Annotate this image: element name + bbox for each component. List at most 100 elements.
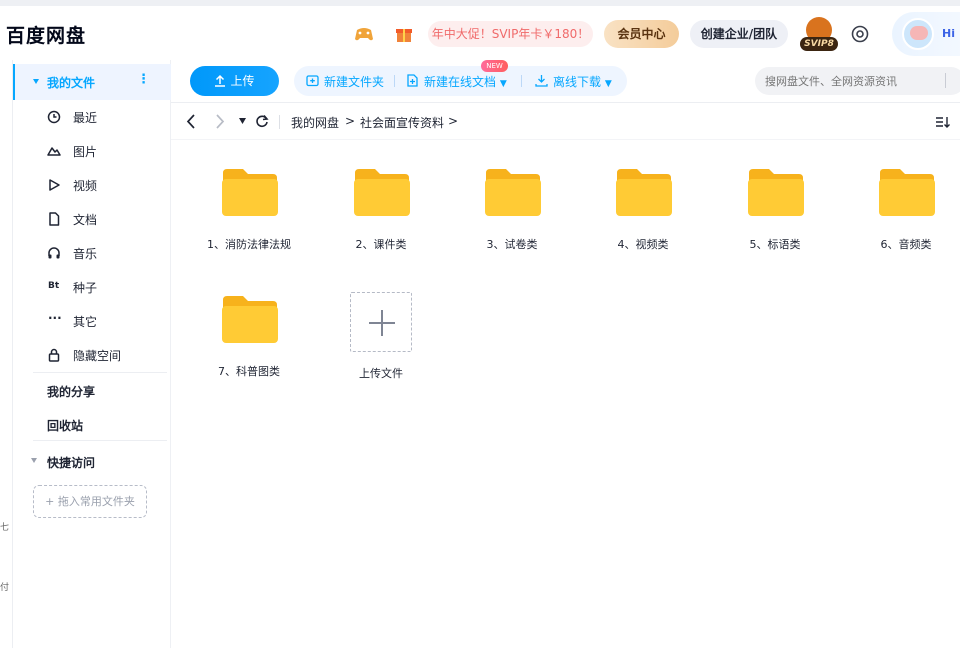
vip-center-button[interactable]: 会员中心	[604, 20, 679, 48]
caret-down-icon	[31, 458, 37, 463]
image-icon	[47, 147, 61, 156]
folder-name: 5、标语类	[749, 238, 801, 251]
sidebar-item-my-share[interactable]: 我的分享	[47, 383, 95, 400]
avatar-face	[910, 26, 928, 40]
edge-glyph: 付	[0, 583, 10, 593]
new-folder-label: 新建文件夹	[324, 75, 385, 89]
file-grid: 1、消防法律法规 2、课件类 3、试卷类 4、视频类 5、标语类 6、音频类 7…	[171, 141, 960, 648]
quick-access-label: 快捷访问	[47, 456, 96, 470]
folder-name: 4、视频类	[617, 238, 669, 251]
left-edge-panel: 七 付	[0, 60, 13, 648]
search-input[interactable]	[755, 67, 960, 95]
sidebar-item-label: 视频	[73, 179, 98, 193]
svip-level: SVIP8	[800, 37, 838, 51]
breadcrumb-separator[interactable]: >	[448, 114, 458, 128]
offline-download-label: 离线下载	[553, 75, 602, 89]
folder-icon	[485, 169, 541, 216]
chevron-down-icon[interactable]: ▼	[605, 79, 612, 89]
toolbar: 上传 新建文件夹 新建在线文档 ▼ NEW 离线下载 ▼	[171, 60, 960, 102]
sidebar-item-label: 种子	[73, 281, 98, 295]
folder-item[interactable]: 1、消防法律法规	[185, 141, 313, 259]
app-logo[interactable]: 百度网盘	[6, 21, 86, 48]
sidebar-item-torrents[interactable]: Bt 种子	[13, 270, 171, 304]
offline-download-button[interactable]: 离线下载 ▼	[535, 73, 612, 90]
sidebar-divider	[33, 372, 167, 373]
sidebar-item-label: 最近	[73, 111, 98, 125]
folder-icon	[616, 169, 672, 216]
breadcrumb-divider	[279, 115, 280, 129]
folder-name: 2、课件类	[355, 238, 407, 251]
quick-access-header[interactable]: 快捷访问	[13, 453, 171, 473]
upload-icon	[215, 74, 225, 87]
upload-file-label: 上传文件	[359, 367, 403, 380]
ellipsis-icon: ···	[48, 311, 62, 325]
sidebar-item-other[interactable]: ··· 其它	[13, 304, 171, 338]
clock-icon	[47, 110, 61, 124]
download-icon	[535, 75, 548, 87]
upload-file-tile[interactable]	[350, 292, 412, 352]
breadcrumb-separator: >	[345, 114, 356, 128]
gift-icon[interactable]	[394, 25, 414, 43]
folder-item[interactable]: 7、科普图类	[185, 268, 313, 386]
sidebar-item-videos[interactable]: 视频	[13, 168, 171, 202]
folder-icon	[879, 169, 935, 216]
sidebar-item-images[interactable]: 图片	[13, 134, 171, 168]
chevron-down-icon[interactable]: ▼	[500, 79, 507, 89]
create-team-button[interactable]: 创建企业/团队	[690, 20, 788, 48]
plus-icon-vertical	[381, 310, 383, 336]
folder-name: 6、音频类	[880, 238, 932, 251]
back-arrow-icon[interactable]	[186, 114, 196, 129]
new-badge: NEW	[481, 60, 508, 72]
folder-item[interactable]: 2、课件类	[317, 141, 445, 259]
user-avatar[interactable]: Hi	[892, 12, 960, 56]
folder-item[interactable]: 4、视频类	[579, 141, 707, 259]
toolbar-separator	[521, 75, 522, 87]
breadcrumb-bar: 我的网盘 > 社会面宣传资料 >	[171, 102, 960, 140]
breadcrumb-root[interactable]: 我的网盘	[291, 114, 339, 131]
new-online-doc-label: 新建在线文档	[424, 75, 497, 89]
folder-item[interactable]: 5、标语类	[711, 141, 839, 259]
refresh-icon[interactable]	[255, 114, 269, 128]
upload-label: 上传	[230, 74, 255, 88]
bt-icon: Bt	[48, 281, 60, 291]
headphones-icon	[48, 247, 60, 259]
sidebar-item-label: 其它	[73, 315, 98, 329]
new-online-doc-button[interactable]: 新建在线文档 ▼	[407, 73, 507, 90]
sidebar-item-music[interactable]: 音乐	[13, 236, 171, 270]
sidebar-item-label: 图片	[73, 145, 98, 159]
sidebar-item-label: 文档	[73, 213, 98, 227]
document-icon	[49, 212, 60, 226]
caret-down-icon	[33, 79, 39, 84]
new-folder-icon	[306, 75, 319, 87]
sidebar-item-documents[interactable]: 文档	[13, 202, 171, 236]
lock-icon	[48, 348, 60, 362]
toolbar-actions: 新建文件夹 新建在线文档 ▼ NEW 离线下载 ▼	[294, 60, 627, 96]
quick-access-dropzone[interactable]: + 拖入常用文件夹	[33, 485, 147, 518]
svip-badge[interactable]: SVIP8	[800, 17, 838, 53]
folder-item[interactable]: 6、音频类	[842, 141, 960, 259]
folder-icon	[354, 169, 410, 216]
game-controller-icon[interactable]	[354, 25, 374, 43]
search-divider	[945, 73, 946, 88]
sidebar-item-recycle-bin[interactable]: 回收站	[47, 417, 83, 434]
upload-button[interactable]: 上传	[190, 66, 279, 96]
sidebar: 我的文件 ⋮ 最近 图片 视频 文档 音乐 Bt 种子 ··· 其它 隐藏空间 …	[13, 60, 171, 648]
promo-banner[interactable]: 年中大促！SVIP年卡￥180！	[428, 21, 593, 47]
sidebar-item-recent[interactable]: 最近	[13, 100, 171, 134]
breadcrumb-current[interactable]: 社会面宣传资料	[360, 114, 444, 131]
sort-icon[interactable]	[935, 115, 951, 129]
folder-name: 7、科普图类	[218, 365, 280, 378]
history-dropdown-icon[interactable]	[239, 118, 246, 124]
forward-arrow-icon[interactable]	[215, 114, 225, 129]
new-folder-button[interactable]: 新建文件夹	[306, 73, 385, 90]
more-options-icon[interactable]: ⋮	[137, 72, 150, 87]
sidebar-item-my-files[interactable]: 我的文件 ⋮	[13, 64, 171, 100]
sidebar-divider	[33, 440, 167, 441]
folder-name: 3、试卷类	[486, 238, 538, 251]
app-header: 百度网盘 年中大促！SVIP年卡￥180！ 会员中心 创建企业/团队 SVIP8…	[0, 6, 960, 60]
folder-item[interactable]: 3、试卷类	[448, 141, 576, 259]
settings-icon[interactable]	[850, 24, 870, 44]
sidebar-item-hidden-space[interactable]: 隐藏空间	[13, 338, 171, 372]
edge-glyph: 七	[0, 523, 10, 533]
sidebar-item-label: 我的文件	[47, 76, 96, 90]
